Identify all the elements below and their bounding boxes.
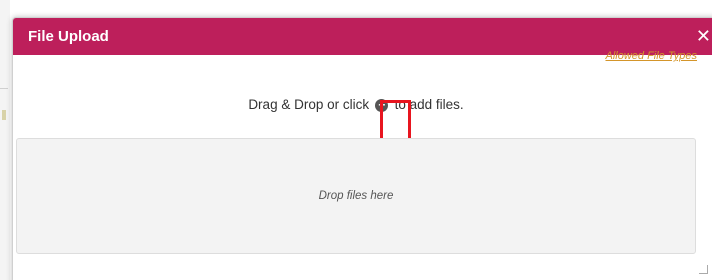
plus-circle-icon[interactable]: + bbox=[375, 99, 389, 113]
close-button[interactable]: ✕ bbox=[696, 25, 711, 47]
background-divider bbox=[0, 88, 8, 89]
dialog-title: File Upload bbox=[28, 28, 109, 45]
dropzone[interactable]: Drop files here bbox=[16, 138, 696, 254]
allowed-file-types-link[interactable]: Allowed File Types bbox=[606, 50, 698, 62]
add-files-button[interactable]: + bbox=[375, 97, 389, 113]
instructions-text-after: to add files. bbox=[394, 96, 464, 112]
upload-instructions: Drag & Drop or click + to add files. bbox=[0, 96, 712, 113]
instructions-text-before: Drag & Drop or click bbox=[248, 96, 370, 112]
page: File Upload ✕ Allowed File Types Drag & … bbox=[0, 0, 712, 280]
dropzone-text: Drop files here bbox=[318, 190, 394, 202]
resize-handle[interactable] bbox=[699, 265, 708, 274]
background-page bbox=[0, 0, 10, 280]
